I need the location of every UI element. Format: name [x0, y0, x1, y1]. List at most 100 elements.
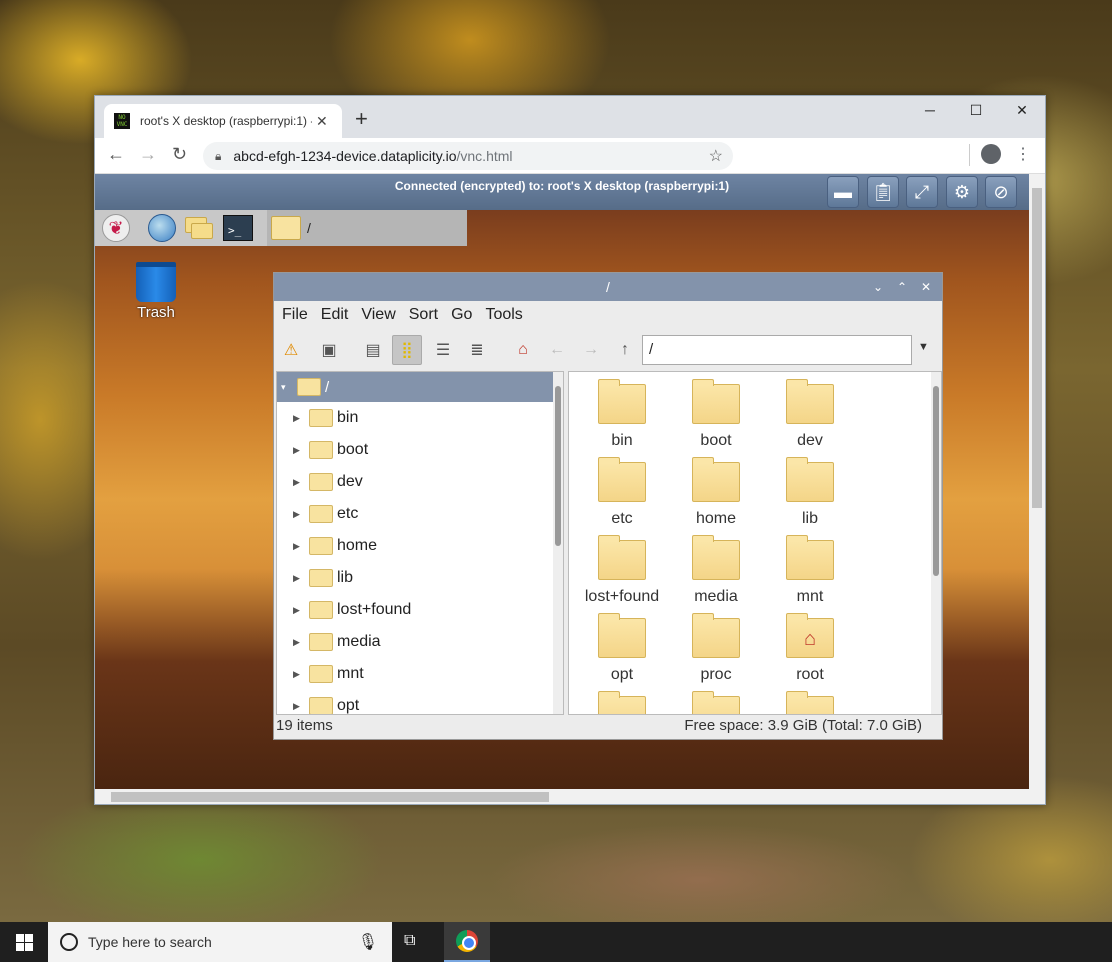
menu-tools[interactable]: Tools: [485, 306, 522, 324]
fm-minimize-icon[interactable]: ⌄: [868, 273, 888, 301]
page-vertical-scrollbar[interactable]: [1029, 174, 1045, 789]
fullscreen-icon[interactable]: ⤢: [906, 176, 938, 208]
lock-icon[interactable]: 🔒︎: [215, 149, 221, 164]
menu-go[interactable]: Go: [451, 306, 472, 324]
expand-icon[interactable]: ▶: [293, 637, 309, 648]
grid-folder-item[interactable]: opt: [577, 613, 667, 684]
chrome-icon: [456, 930, 478, 952]
tree-item[interactable]: ▶ lost+found: [277, 594, 563, 626]
expand-icon[interactable]: ▶: [293, 477, 309, 488]
menu-edit[interactable]: Edit: [321, 306, 349, 324]
list-view-icon[interactable]: ≣: [462, 335, 492, 365]
back-button[interactable]: ←: [107, 144, 125, 165]
icon-view-icon[interactable]: ⣿: [392, 335, 422, 365]
terminal-launcher[interactable]: >_: [223, 214, 253, 242]
tree-item[interactable]: ▶ lib: [277, 562, 563, 594]
trash-desktop-icon[interactable]: Trash: [131, 262, 181, 321]
tree-item[interactable]: ▶ boot: [277, 434, 563, 466]
microphone-icon[interactable]: 🎙︎: [358, 932, 378, 952]
disconnect-icon[interactable]: ⊘: [985, 176, 1017, 208]
back-arrow-icon[interactable]: ←: [542, 335, 572, 365]
browser-menu-icon[interactable]: ⋮: [1015, 144, 1031, 164]
path-input[interactable]: /: [642, 335, 912, 365]
menu-file[interactable]: File: [282, 306, 308, 324]
raspberry-menu-button[interactable]: ❦: [101, 214, 131, 242]
new-tab-button[interactable]: +: [355, 108, 368, 130]
tree-item[interactable]: ▶ bin: [277, 402, 563, 434]
expand-icon[interactable]: ▶: [293, 541, 309, 552]
expand-icon[interactable]: ▶: [293, 701, 309, 712]
start-button[interactable]: [0, 922, 48, 962]
settings-icon[interactable]: ⚙: [946, 176, 978, 208]
tree-item[interactable]: ▶ media: [277, 626, 563, 658]
expand-icon[interactable]: ▶: [293, 669, 309, 680]
grid-item-label: proc: [700, 666, 732, 683]
expand-icon[interactable]: ▶: [293, 573, 309, 584]
minimize-button[interactable]: ─: [918, 102, 942, 118]
menu-view[interactable]: View: [361, 306, 395, 324]
grid-scrollbar[interactable]: [931, 372, 941, 714]
grid-folder-item[interactable]: home: [671, 457, 761, 528]
collapse-icon[interactable]: ▾: [281, 382, 297, 393]
grid-item-label: bin: [611, 432, 633, 449]
thumbnail-view-icon[interactable]: ▤: [358, 335, 388, 365]
forward-arrow-icon[interactable]: →: [576, 335, 606, 365]
clipboard-icon[interactable]: 📋︎: [867, 176, 899, 208]
grid-folder-item[interactable]: boot: [671, 379, 761, 450]
expand-icon[interactable]: ▶: [293, 445, 309, 456]
warning-icon[interactable]: ⚠: [276, 335, 306, 365]
tree-item[interactable]: ▶ opt: [277, 690, 563, 714]
path-dropdown-icon[interactable]: ▼: [918, 341, 929, 353]
grid-folder-item[interactable]: bin: [577, 379, 667, 450]
tree-root[interactable]: ▾ /: [277, 372, 563, 402]
fm-maximize-icon[interactable]: ⌃: [892, 273, 912, 301]
tree-item[interactable]: ▶ dev: [277, 466, 563, 498]
tree-scrollbar[interactable]: [553, 372, 563, 714]
forward-button[interactable]: →: [139, 144, 157, 165]
tree-item[interactable]: ▶ home: [277, 530, 563, 562]
grid-folder-item[interactable]: lib: [765, 457, 855, 528]
compact-view-icon[interactable]: ☰: [428, 335, 458, 365]
page-hscroll-thumb[interactable]: [111, 792, 549, 802]
grid-folder-item[interactable]: mnt: [765, 535, 855, 606]
reload-button[interactable]: ↻: [172, 144, 187, 165]
home-icon[interactable]: ⌂: [508, 335, 538, 365]
close-window-button[interactable]: ✕: [1010, 102, 1034, 119]
address-bar[interactable]: 🔒︎ abcd-efgh-1234-device.dataplicity.io /…: [203, 142, 733, 170]
expand-icon[interactable]: ▶: [293, 605, 309, 616]
grid-folder-item[interactable]: media: [671, 535, 761, 606]
fm-titlebar[interactable]: / ⌄ ⌃ ✕: [274, 273, 942, 301]
maximize-button[interactable]: ☐: [964, 102, 988, 119]
page-horizontal-scrollbar[interactable]: [95, 789, 1045, 804]
expand-icon[interactable]: ▶: [293, 509, 309, 520]
tab-close-icon[interactable]: ✕: [316, 113, 328, 130]
up-arrow-icon[interactable]: ↑: [610, 335, 640, 365]
bookmark-star-icon[interactable]: ☆: [709, 146, 723, 166]
grid-folder-item[interactable]: lost+found: [577, 535, 667, 606]
remote-desktop[interactable]: ❦ >_ / Trash / ⌄ ⌃ ✕ File Edit View Sort…: [95, 210, 1029, 789]
tree-item[interactable]: ▶ etc: [277, 498, 563, 530]
taskbar-search[interactable]: Type here to search 🎙︎: [48, 922, 392, 962]
grid-folder-item[interactable]: ⌂ root: [765, 613, 855, 684]
tree-scroll-thumb[interactable]: [555, 386, 561, 546]
grid-folder-item[interactable]: proc: [671, 613, 761, 684]
page-vscroll-thumb[interactable]: [1032, 188, 1042, 508]
folder-icon: [786, 535, 834, 580]
browser-tab[interactable]: NO VNC root's X desktop (raspberrypi:1) -…: [104, 104, 342, 138]
grid-folder-item[interactable]: etc: [577, 457, 667, 528]
new-window-icon[interactable]: ▣: [314, 335, 344, 365]
browser-launcher[interactable]: [147, 214, 177, 242]
keyboard-icon[interactable]: ▬: [827, 176, 859, 208]
task-view-icon[interactable]: ⧉: [404, 932, 415, 950]
menu-sort[interactable]: Sort: [409, 306, 438, 324]
fm-close-icon[interactable]: ✕: [916, 273, 936, 301]
taskbar-item-file-manager[interactable]: /: [267, 210, 467, 246]
file-manager-launcher[interactable]: [185, 214, 215, 242]
account-icon[interactable]: [981, 144, 1001, 164]
folder-icon: [786, 379, 834, 424]
tree-item[interactable]: ▶ mnt: [277, 658, 563, 690]
expand-icon[interactable]: ▶: [293, 413, 309, 424]
grid-folder-item[interactable]: dev: [765, 379, 855, 450]
grid-scroll-thumb[interactable]: [933, 386, 939, 576]
taskbar-chrome-button[interactable]: [444, 922, 490, 962]
